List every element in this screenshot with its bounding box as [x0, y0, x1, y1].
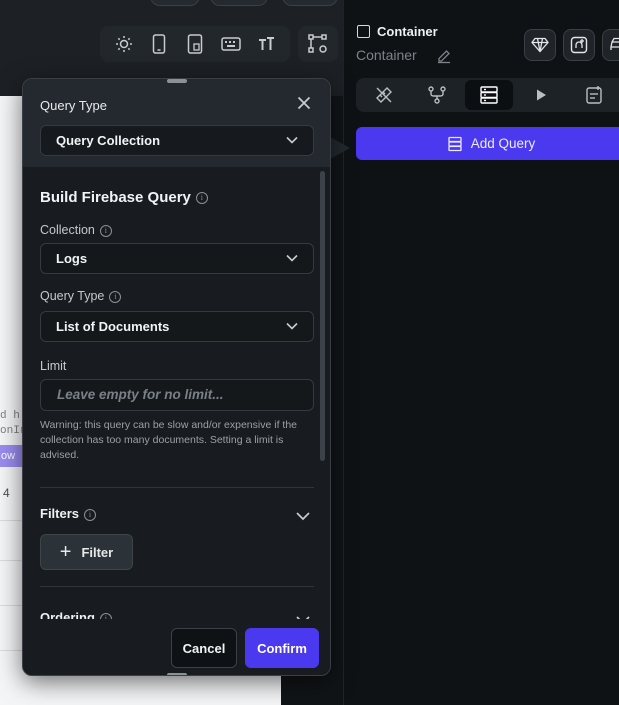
query-type-label: Query Type: [40, 98, 107, 113]
info-icon[interactable]: i: [109, 290, 122, 303]
text-size-icon[interactable]: [252, 30, 280, 58]
phone-icon[interactable]: [145, 30, 173, 58]
edit-icon[interactable]: [436, 48, 452, 69]
popover-arrow: [330, 137, 350, 159]
tab-run[interactable]: [517, 80, 565, 110]
tab-actions[interactable]: [412, 80, 460, 110]
info-icon[interactable]: i: [195, 192, 208, 205]
container-checkbox[interactable]: [357, 25, 370, 38]
play-icon: [537, 89, 547, 101]
tab-properties[interactable]: [360, 80, 408, 110]
sun-icon[interactable]: [110, 30, 138, 58]
inner-query-type-label-text: Query Type: [40, 289, 105, 303]
collection-label-text: Collection: [40, 223, 95, 237]
chevron-down-icon: [286, 136, 298, 144]
inner-query-type-label: Query Type i: [40, 289, 122, 303]
top-pill[interactable]: [150, 0, 200, 6]
query-type-select[interactable]: Query Collection: [40, 125, 314, 156]
info-icon[interactable]: i: [99, 224, 112, 237]
actions-icon: [427, 86, 446, 104]
chevron-down-icon[interactable]: [295, 508, 311, 526]
add-widget-icon[interactable]: [563, 29, 595, 61]
inner-query-type-select[interactable]: List of Documents: [40, 311, 314, 342]
car-icon[interactable]: [602, 29, 619, 61]
add-filter-button[interactable]: + Filter: [40, 534, 133, 570]
close-icon[interactable]: [295, 95, 313, 113]
filters-label: Filters i: [40, 506, 97, 521]
collection-label: Collection i: [40, 223, 112, 237]
scrollbar[interactable]: [320, 171, 325, 461]
tablet-icon[interactable]: [181, 30, 209, 58]
top-pill[interactable]: [210, 0, 268, 6]
diamond-icon[interactable]: [524, 29, 556, 61]
notes-icon: [586, 86, 602, 104]
database-icon: [448, 136, 462, 151]
add-query-button[interactable]: Add Query: [356, 127, 619, 160]
top-pill[interactable]: [282, 0, 338, 6]
collection-select[interactable]: Logs: [40, 243, 314, 274]
tree-settings-icon[interactable]: [298, 26, 338, 62]
chevron-down-icon: [286, 254, 298, 262]
chevron-down-icon: [286, 322, 298, 330]
keyboard-icon[interactable]: [217, 30, 245, 58]
cancel-button[interactable]: Cancel: [171, 628, 237, 668]
tab-backend-query[interactable]: [464, 80, 514, 110]
filter-button-label: Filter: [81, 544, 114, 560]
limit-input[interactable]: Leave empty for no limit...: [40, 379, 314, 411]
confirm-button[interactable]: Confirm: [245, 628, 319, 668]
filters-label-text: Filters: [40, 506, 80, 521]
query-type-value: Query Collection: [56, 133, 161, 148]
canvas-number: 4: [3, 486, 10, 500]
divider: [40, 487, 314, 488]
widget-name: Container: [356, 47, 417, 63]
collection-value: Logs: [56, 251, 88, 266]
add-query-label: Add Query: [470, 136, 536, 151]
info-icon[interactable]: i: [84, 508, 97, 521]
warning-text: Warning: this query can be slow and/or e…: [40, 419, 297, 461]
device-toolbar: [100, 26, 290, 62]
tab-notes[interactable]: [570, 80, 618, 110]
limit-label: Limit: [40, 359, 67, 373]
panel-tabs: [356, 78, 619, 112]
properties-panel: Container Container Add Query: [343, 0, 619, 705]
database-icon: [480, 86, 498, 104]
section-title: Build Firebase Query i: [40, 189, 208, 206]
widget-title: Container: [377, 24, 438, 39]
divider: [40, 586, 314, 587]
resize-handle-bottom[interactable]: [167, 673, 187, 675]
section-title-text: Build Firebase Query: [40, 189, 191, 206]
inner-query-type-value: List of Documents: [56, 319, 170, 334]
resize-handle-top[interactable]: [167, 79, 187, 83]
canvas-chip[interactable]: ow: [0, 445, 22, 467]
paint-icon: [376, 87, 393, 103]
plus-icon: +: [59, 541, 72, 563]
query-dialog: Query Type Query Collection Build Fireba…: [22, 78, 331, 676]
